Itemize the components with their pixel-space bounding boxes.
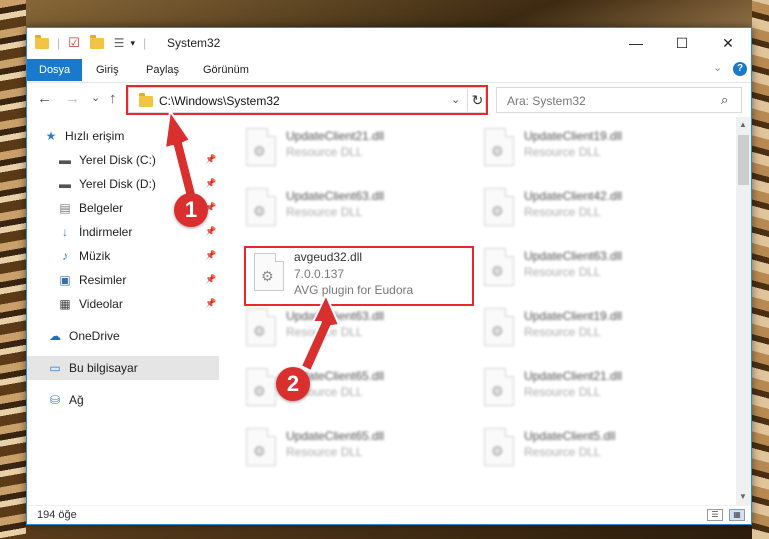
step-badge-1: 1 (174, 193, 208, 227)
arrow-2 (300, 294, 340, 372)
arrow-1 (164, 110, 197, 198)
annotation-arrows (164, 110, 340, 372)
step-badge-2: 2 (276, 367, 310, 401)
